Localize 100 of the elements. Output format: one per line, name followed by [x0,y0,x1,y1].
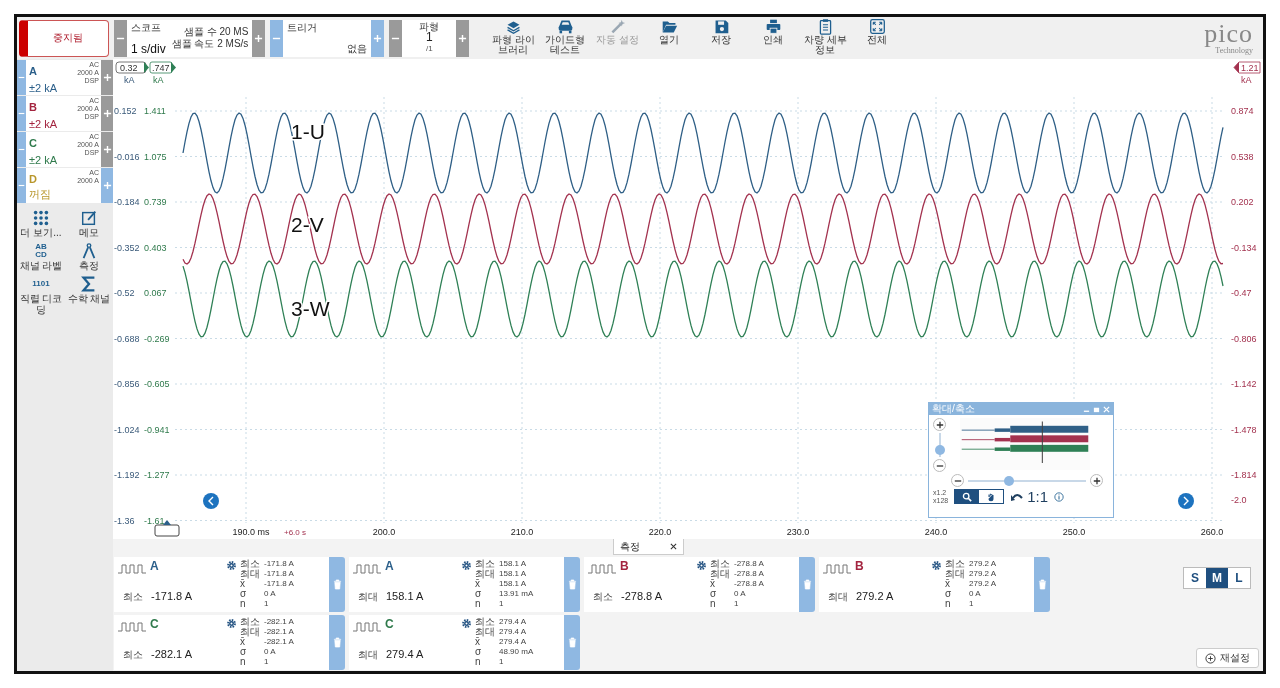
waveform-total: /1 [426,42,433,54]
measurement-card[interactable]: A 최소 -171.8 A 최소 -171.8 A 최대 -171.8 A x̄ -171.8 A σ 0 A n 1 [114,557,329,612]
decrease-button[interactable] [389,19,403,57]
increase-button[interactable] [456,19,470,57]
scroll-right-button[interactable] [1178,493,1194,509]
measurement-card[interactable]: C 최대 279.4 A 최소 279.4 A 최대 279.4 A x̄ 279.4 A σ 48.90 mA n 1 [349,615,564,670]
axis-value: 1.075 [144,151,167,162]
stat-value: 279.2 A [969,559,997,569]
measurement-type: 최대 [827,590,848,604]
measurement-type: 최소 [122,590,143,604]
axis-value: 0.202 [1231,197,1254,207]
measurement-card[interactable]: B 최소 -278.8 A 최소 -278.8 A 최대 -278.8 A x̄ -278.8 A σ 0 A n 1 [584,557,799,612]
delete-button[interactable] [564,615,580,670]
reset-zoom-button[interactable]: 1:1 [1010,488,1049,505]
toolbar-button[interactable]: 인쇄 [748,18,799,58]
toolbar-button[interactable]: 전체 [852,18,903,58]
toolbar-button[interactable]: 저장 [696,18,747,58]
stop-button[interactable]: 중지됨 [19,19,109,57]
maximize-icon[interactable] [1093,405,1100,413]
delete-button[interactable] [1034,557,1050,612]
slider-thumb[interactable] [1004,475,1015,486]
side-tool-button[interactable]: AB CD 채널 라벨 [17,242,65,271]
channel-name: A [150,559,159,573]
axis-value: -0.352 [114,242,140,253]
settings-icon[interactable] [461,560,472,571]
plus-icon [102,145,112,154]
decrease-button[interactable] [114,19,127,57]
zoom-out-button[interactable] [933,459,946,472]
size-button[interactable]: M [1206,568,1228,588]
settings-icon[interactable] [696,560,707,571]
plus-icon [373,33,383,43]
size-button[interactable]: S [1184,568,1206,588]
delete-button[interactable] [564,557,580,612]
settings-icon[interactable] [461,618,472,629]
settings-icon[interactable] [226,560,237,571]
brand-logo: pico Technology [1204,21,1254,55]
stat-label: σ [240,647,248,657]
slider-thumb[interactable] [934,444,945,455]
stat-value: -282.1 A [264,627,294,637]
toolbar-button[interactable]: 가이드형 테스트 [540,18,591,58]
channel-name: B [855,559,864,573]
timebase-value: 1 s/div [131,41,166,56]
side-tool-button[interactable]: 메모 [65,209,113,238]
measurement-value: 279.2 A [856,590,894,602]
settings-icon[interactable] [226,618,237,629]
side-tool-button[interactable]: 1101 직렬 디코딩 [17,275,65,315]
channel-name: C [150,617,159,631]
toolbar-button[interactable]: 차량 세부 정보 [800,18,851,58]
toolbar-button[interactable]: 파형 라이브러리 [488,18,539,58]
measurements-tab[interactable]: 측정 [612,539,684,555]
axis-tick-label: 260.0 [1200,527,1224,537]
axis-value: -0.806 [1231,333,1257,344]
measurement-value: 279.4 A [386,648,424,660]
axis-tick-label: 240.0 [924,527,948,537]
zoom-out-button[interactable] [951,474,964,487]
side-tool-button[interactable]: 수학 채널 [65,275,113,315]
zoom-in-button[interactable] [933,418,946,431]
stat-value: 0 A [969,589,982,599]
channel-name: B [620,559,629,573]
stat-label: σ [710,589,718,599]
toolbar-button[interactable]: 열기 [644,18,695,58]
size-button[interactable]: L [1228,568,1250,588]
stat-value: 0 A [264,647,277,657]
side-tool-button[interactable]: 측정 [65,242,113,271]
trash-icon [567,637,577,648]
reset-button[interactable]: 재설정 [1196,648,1259,668]
stat-value: -278.8 A [734,579,764,589]
measurement-card[interactable]: C 최소 -282.1 A 최소 -282.1 A 최대 -282.1 A x̄ -282.1 A σ 0 A n 1 [114,615,329,670]
delete-button[interactable] [329,615,345,670]
increase-button[interactable] [371,19,385,57]
info-icon[interactable] [1054,491,1065,502]
increase-button[interactable] [252,19,266,57]
stat-value: 158.1 A [499,559,528,569]
close-icon[interactable] [669,543,677,550]
axis-value: -0.605 [144,379,170,389]
channel-range: ±2 kA [29,154,58,166]
axis-value: 0.874 [1231,106,1254,116]
stat-label: n [240,599,247,609]
magnifier-icon [962,491,973,502]
axis-value: -1.61 [144,515,165,526]
trigger-title: 트리거 [287,20,319,35]
scroll-left-button[interactable] [203,493,219,509]
settings-icon[interactable] [931,560,942,571]
axis-value: -1.024 [114,424,140,435]
stat-label: σ [475,589,483,599]
side-tool-button[interactable]: 더 보기... [17,209,65,238]
axis-tick-label: 220.0 [648,527,672,537]
stat-value: 1 [499,599,505,609]
measurement-type: 최대 [357,590,378,604]
zoom-tool-button[interactable] [955,490,980,503]
delete-button[interactable] [329,557,345,612]
measurement-card[interactable]: B 최대 279.2 A 최소 279.2 A 최대 279.2 A x̄ 279.2 A σ 0 A n 1 [819,557,1034,612]
zoom-in-button[interactable] [1090,474,1103,487]
ruler-marker[interactable] [1233,61,1261,74]
trash-icon [567,579,577,590]
ruler-marker[interactable] [115,61,176,74]
decrease-button[interactable] [270,19,284,57]
measurement-card[interactable]: A 최대 158.1 A 최소 158.1 A 최대 158.1 A x̄ 158.1 A σ 13.91 mA n 1 [349,557,564,612]
axis-value: -0.269 [144,333,170,344]
delete-button[interactable] [799,557,815,612]
